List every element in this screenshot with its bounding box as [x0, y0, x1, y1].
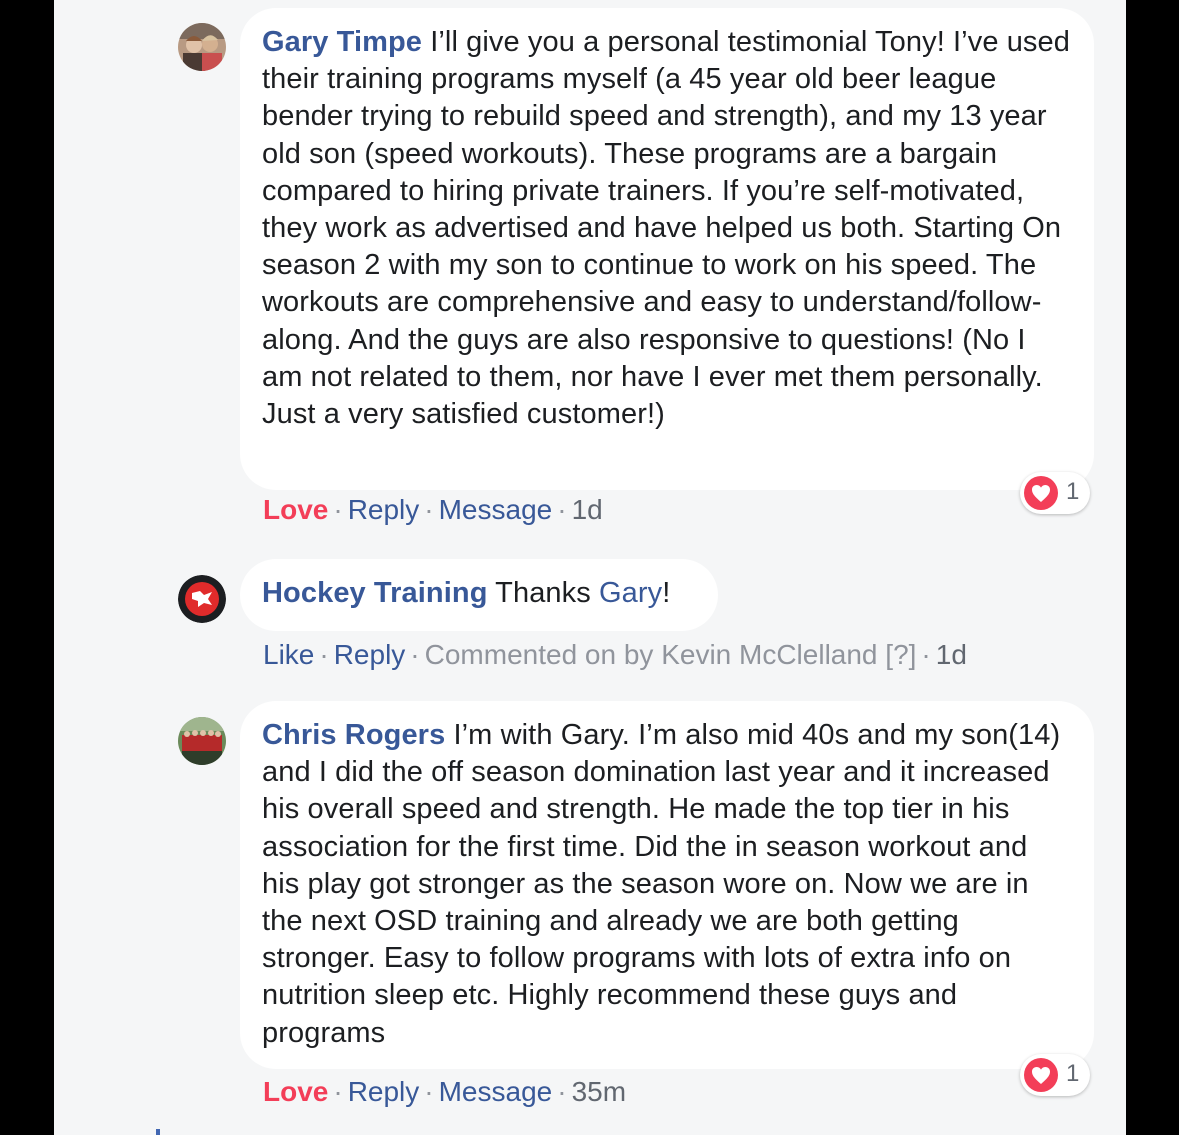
comments-panel: Gary Timpe I’ll give you a personal test…	[54, 0, 1126, 1135]
comment-timestamp[interactable]: 1d	[572, 494, 603, 525]
love-button[interactable]: Love	[263, 494, 328, 525]
mention-link[interactable]: Gary	[599, 577, 662, 609]
reaction-count-badge[interactable]: 1	[1020, 472, 1090, 514]
avatar[interactable]	[178, 717, 226, 765]
comment-text: Thanks	[487, 577, 600, 609]
reply-button[interactable]: Reply	[348, 1076, 420, 1107]
separator-dot: ·	[319, 639, 329, 670]
like-button[interactable]: Like	[263, 639, 314, 670]
separator-dot: ·	[333, 1076, 343, 1107]
avatar-team-photo-icon	[178, 717, 226, 765]
reaction-count: 1	[1066, 1060, 1080, 1087]
comment-text: I’ll give you a personal testimonial Ton…	[262, 26, 1070, 431]
commented-by-note: Commented on by Kevin McClelland [?]	[424, 639, 917, 670]
avatar-photo-icon	[178, 23, 226, 71]
love-button[interactable]: Love	[263, 1076, 328, 1107]
comment-actions: Love · Reply · Message · 1d	[263, 494, 603, 526]
comment-timestamp[interactable]: 1d	[936, 639, 967, 670]
reaction-count-badge[interactable]: 1	[1020, 1054, 1090, 1096]
separator-dot: ·	[557, 494, 567, 525]
comment-author[interactable]: Gary Timpe	[262, 26, 422, 58]
separator-dot: ·	[333, 494, 343, 525]
reply-button[interactable]: Reply	[348, 494, 420, 525]
comment-text-end: !	[662, 577, 671, 609]
comment-actions: Like · Reply · Commented on by Kevin McClell…	[263, 639, 967, 671]
comment-author[interactable]: Chris Rogers	[262, 719, 445, 751]
reaction-count: 1	[1066, 478, 1080, 505]
separator-dot: ·	[557, 1076, 567, 1107]
separator-dot: ·	[921, 639, 931, 670]
avatar[interactable]	[178, 575, 226, 623]
separator-dot: ·	[424, 494, 434, 525]
comment-bubble: Chris Rogers I’m with Gary. I’m also mid…	[240, 701, 1094, 1069]
hockey-training-logo-icon	[178, 575, 226, 623]
reply-button[interactable]: Reply	[334, 639, 406, 670]
message-button[interactable]: Message	[439, 1076, 553, 1107]
comment-text: I’m with Gary. I’m also mid 40s and my s…	[262, 719, 1061, 1049]
heart-icon	[1024, 476, 1058, 510]
heart-icon	[1024, 1058, 1058, 1092]
comment-bubble: Hockey Training Thanks Gary!	[240, 559, 718, 631]
message-button[interactable]: Message	[439, 494, 553, 525]
comment-author[interactable]: Hockey Training	[262, 577, 488, 609]
comment-actions: Love · Reply · Message · 35m	[263, 1076, 626, 1108]
avatar[interactable]	[178, 23, 226, 71]
comment-timestamp[interactable]: 35m	[572, 1076, 626, 1107]
separator-dot: ·	[410, 639, 420, 670]
separator-dot: ·	[424, 1076, 434, 1107]
comment-bubble: Gary Timpe I’ll give you a personal test…	[240, 8, 1094, 490]
cursor-mark	[156, 1129, 160, 1135]
